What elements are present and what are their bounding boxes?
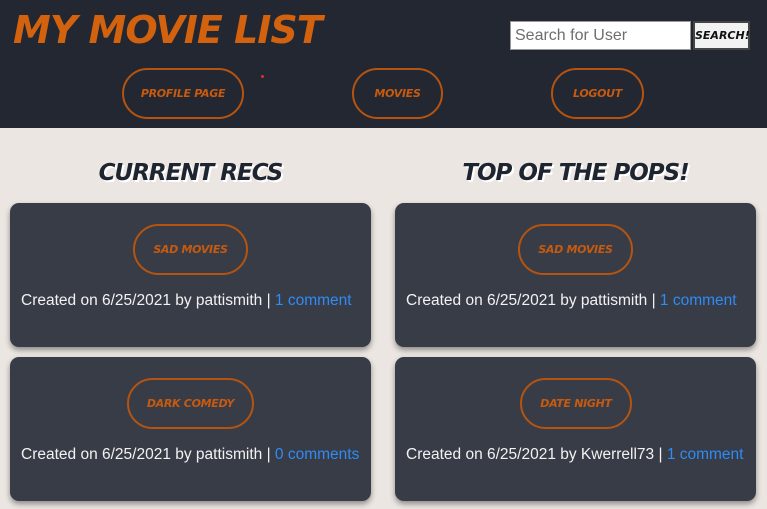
created-info: Created on 6/25/2021 by pattismith | bbox=[21, 292, 275, 309]
list-meta: Created on 6/25/2021 by pattismith | 1 c… bbox=[406, 289, 746, 313]
list-card: DATE NIGHT Created on 6/25/2021 by Kwerr… bbox=[395, 357, 756, 501]
created-info: Created on 6/25/2021 by pattismith | bbox=[406, 292, 660, 309]
indicator-dot bbox=[261, 75, 264, 78]
list-card: SAD MOVIES Created on 6/25/2021 by patti… bbox=[395, 203, 756, 347]
list-card: DARK COMEDY Created on 6/25/2021 by patt… bbox=[10, 357, 371, 501]
search-input[interactable] bbox=[510, 21, 691, 50]
nav-movies[interactable]: MOVIES bbox=[352, 68, 443, 119]
created-info: Created on 6/25/2021 by Kwerrell73 | bbox=[406, 446, 667, 463]
list-button[interactable]: SAD MOVIES bbox=[518, 224, 633, 275]
comments-link[interactable]: 0 comments bbox=[275, 446, 359, 463]
list-meta: Created on 6/25/2021 by pattismith | 1 c… bbox=[21, 289, 361, 313]
nav-logout[interactable]: LOGOUT bbox=[551, 68, 644, 119]
comments-link[interactable]: 1 comment bbox=[667, 446, 744, 463]
list-card: SAD MOVIES Created on 6/25/2021 by patti… bbox=[10, 203, 371, 347]
current-recs-heading: CURRENT RECS bbox=[98, 160, 284, 186]
comments-link[interactable]: 1 comment bbox=[275, 292, 352, 309]
top-header: MY MOVIE LIST SEARCH! PROFILE PAGE MOVIE… bbox=[0, 0, 767, 128]
list-meta: Created on 6/25/2021 by Kwerrell73 | 1 c… bbox=[406, 443, 746, 467]
nav-profile-page[interactable]: PROFILE PAGE bbox=[122, 68, 244, 119]
search-button[interactable]: SEARCH! bbox=[693, 21, 750, 50]
list-meta: Created on 6/25/2021 by pattismith | 0 c… bbox=[21, 443, 361, 467]
list-button[interactable]: DARK COMEDY bbox=[127, 378, 254, 429]
top-of-the-pops-heading: TOP OF THE POPS! bbox=[462, 160, 689, 186]
list-button[interactable]: DATE NIGHT bbox=[520, 378, 632, 429]
user-search: SEARCH! bbox=[510, 21, 750, 50]
list-button[interactable]: SAD MOVIES bbox=[133, 224, 248, 275]
site-title[interactable]: MY MOVIE LIST bbox=[13, 8, 323, 52]
created-info: Created on 6/25/2021 by pattismith | bbox=[21, 446, 275, 463]
comments-link[interactable]: 1 comment bbox=[660, 292, 737, 309]
